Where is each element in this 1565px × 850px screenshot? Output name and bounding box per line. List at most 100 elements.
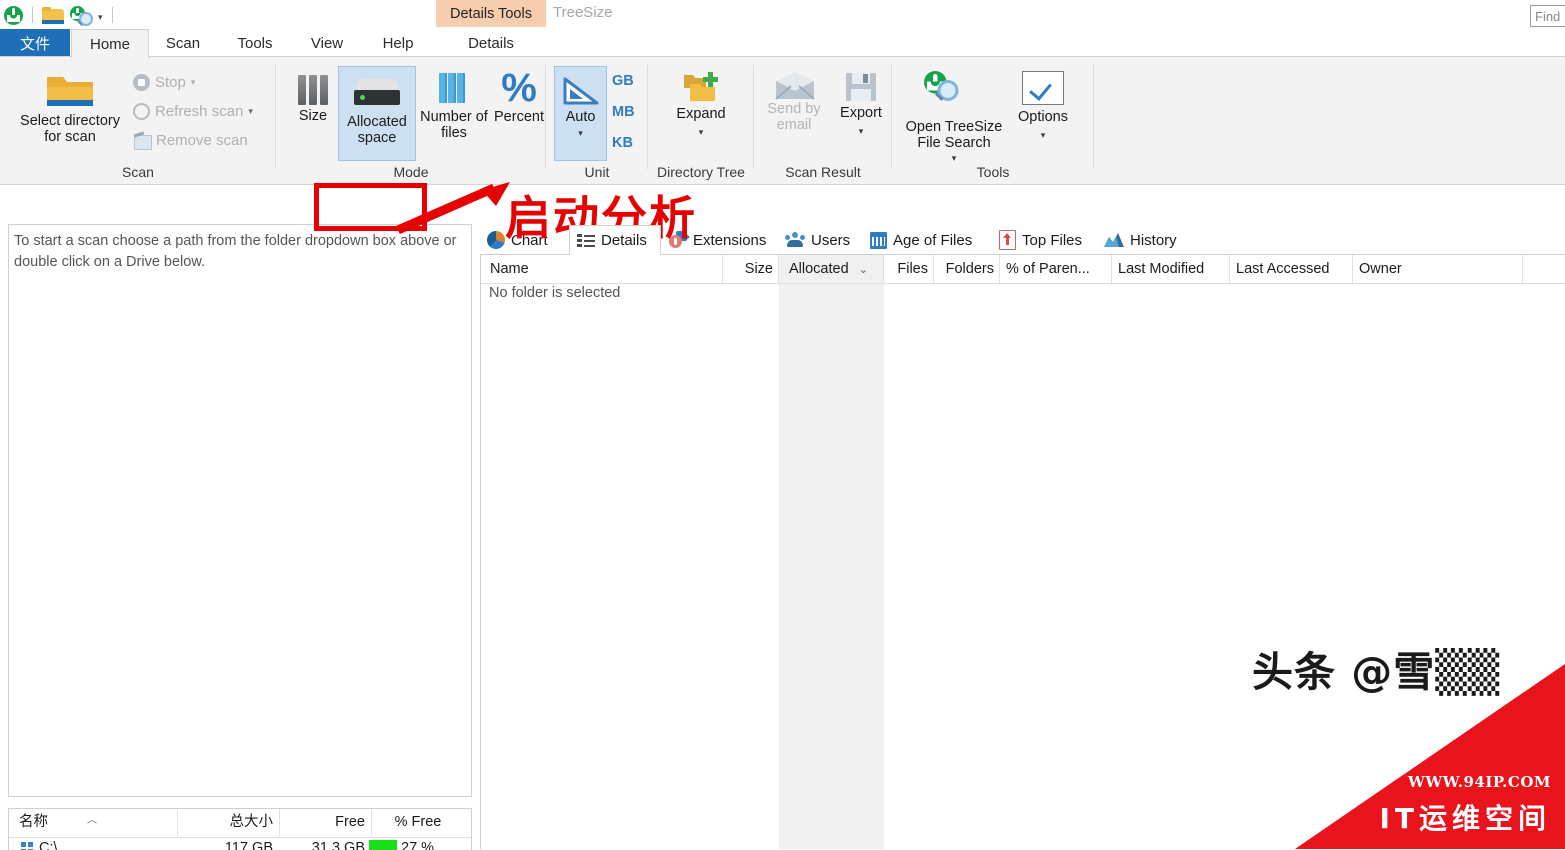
- tab-top-files[interactable]: Top Files: [992, 225, 1096, 255]
- save-disk-icon: [844, 71, 878, 103]
- chevron-down-icon[interactable]: ▾: [98, 9, 103, 22]
- open-treesize-file-search-button[interactable]: Open TreeSize File Search ▾: [900, 71, 1008, 163]
- books-icon: [437, 71, 471, 105]
- mode-size-button[interactable]: Size: [286, 71, 340, 125]
- chevron-down-icon[interactable]: ▾: [699, 127, 704, 137]
- col-name[interactable]: Name: [481, 255, 723, 283]
- tab-history-label: History: [1130, 231, 1177, 249]
- mode-allocated-space-button[interactable]: Allocated space: [338, 66, 416, 161]
- sort-ascending-icon: ︿: [87, 815, 97, 826]
- tab-home[interactable]: Home: [71, 29, 149, 59]
- remove-scan-button[interactable]: Remove scan: [133, 131, 248, 150]
- ribbon-tab-strip: 文件 Home Scan Tools View Help Details: [0, 29, 1565, 59]
- tab-file[interactable]: 文件: [0, 29, 70, 57]
- percent-icon: %: [501, 66, 537, 110]
- folder-icon[interactable]: [42, 6, 64, 24]
- treesize-window: ▾ Details Tools TreeSize Find 文件 Home Sc…: [0, 0, 1565, 850]
- stop-scan-button[interactable]: Stop ▾: [133, 74, 195, 91]
- options-label: Options: [1018, 109, 1068, 125]
- group-label-directory-tree: Directory Tree: [657, 164, 745, 180]
- title-bar: ▾ Details Tools TreeSize Find: [0, 0, 1565, 30]
- ribbon-group-scan: Select directory for scan Stop ▾ Refresh…: [0, 57, 276, 184]
- app-title: TreeSize: [553, 4, 613, 21]
- qat-divider-2: [111, 7, 113, 23]
- mail-icon: [774, 71, 815, 100]
- unit-kb-button[interactable]: KB: [612, 135, 633, 151]
- col-owner[interactable]: Owner: [1353, 255, 1523, 283]
- mode-number-of-files-label: Number of files: [420, 109, 488, 141]
- col-last-modified[interactable]: Last Modified: [1112, 255, 1230, 283]
- stop-label: Stop: [155, 74, 186, 91]
- empty-state-message: No folder is selected: [489, 285, 621, 301]
- expand-label: Expand: [676, 106, 726, 122]
- mode-percent-button[interactable]: % Percent: [490, 66, 548, 126]
- drive-row[interactable]: C:\ 117 GB 31.3 GB 27 %: [9, 838, 471, 850]
- chevron-down-icon[interactable]: ▾: [248, 107, 253, 116]
- drive-name: C:\: [39, 840, 58, 850]
- expand-folder-icon: [682, 71, 720, 103]
- stop-icon: [133, 74, 150, 91]
- find-input[interactable]: Find: [1530, 5, 1565, 27]
- select-directory-button[interactable]: Select directory for scan: [14, 71, 126, 145]
- send-by-email-button[interactable]: Send by email: [758, 71, 830, 133]
- chevron-down-icon[interactable]: ▾: [1041, 130, 1046, 140]
- group-label-mode: Mode: [393, 164, 429, 180]
- sort-descending-icon: ⌄: [858, 264, 868, 276]
- drive-col-free[interactable]: Free: [273, 809, 372, 836]
- unit-auto-label: Auto: [565, 109, 596, 125]
- col-files[interactable]: Files: [884, 255, 934, 283]
- col-folders[interactable]: Folders: [934, 255, 1000, 283]
- col-allocated[interactable]: Allocated ⌄: [779, 255, 884, 283]
- mode-allocated-space-label: Allocated space: [347, 114, 407, 146]
- chevron-down-icon[interactable]: ▾: [952, 154, 957, 163]
- col-allocated-label: Allocated: [789, 261, 849, 277]
- send-by-email-label: Send by email: [767, 101, 821, 133]
- col-size[interactable]: Size: [723, 255, 779, 283]
- directory-tree-panel[interactable]: To start a scan choose a path from the f…: [8, 224, 472, 797]
- unit-mb-button[interactable]: MB: [612, 104, 635, 120]
- ribbon-group-tools: Open TreeSize File Search ▾ Options ▾ To…: [892, 57, 1094, 184]
- annotation-arrow: [396, 182, 510, 235]
- export-button[interactable]: Export ▾: [832, 71, 890, 136]
- drive-col-total[interactable]: 总大小: [167, 809, 280, 836]
- drive-list-panel[interactable]: 名称 ︿ 总大小 Free % Free C:\ 117 GB 31.3 GB …: [8, 808, 472, 850]
- header-divider: [481, 283, 1565, 284]
- unit-auto-button[interactable]: Auto ▾: [554, 66, 607, 161]
- tab-users[interactable]: Users: [778, 225, 862, 255]
- result-tab-bar: Chart Details Extensions Users Age of Fi…: [480, 225, 1565, 255]
- chevron-down-icon[interactable]: ▾: [191, 78, 196, 87]
- tab-history[interactable]: History: [1097, 225, 1197, 255]
- file-search-icon[interactable]: [70, 5, 93, 26]
- drive-total: 117 GB: [224, 840, 273, 850]
- ribbon-group-scan-result: Send by email Export ▾ Scan Result: [754, 57, 892, 184]
- treesize-logo-icon: [4, 5, 23, 25]
- drive-col-percent-free[interactable]: % Free: [365, 809, 471, 836]
- address-bar: ← → ↑ C:\ ⌄: [0, 185, 1565, 403]
- col-percent-of-parent[interactable]: % of Paren...: [1000, 255, 1112, 283]
- tab-view[interactable]: View: [291, 29, 363, 57]
- size-bars-icon: [294, 71, 332, 109]
- ruler-icon: [559, 73, 603, 109]
- file-search-icon: [924, 71, 984, 125]
- tab-scan[interactable]: Scan: [147, 29, 219, 57]
- tab-tools[interactable]: Tools: [219, 29, 291, 57]
- mode-number-of-files-button[interactable]: Number of files: [419, 71, 489, 141]
- group-label-unit: Unit: [584, 164, 610, 180]
- refresh-scan-button[interactable]: Refresh scan ▾: [133, 103, 253, 120]
- tab-details[interactable]: Details: [569, 225, 661, 255]
- watermark-url: WWW.94IP.COM: [1408, 773, 1551, 791]
- tab-help[interactable]: Help: [363, 29, 433, 57]
- expand-button[interactable]: Expand ▾: [656, 71, 746, 137]
- watermark-badge: WWW.94IP.COM IT运维空间: [1295, 664, 1565, 849]
- unit-gb-button[interactable]: GB: [612, 73, 634, 89]
- options-button[interactable]: Options ▾: [1012, 71, 1074, 140]
- chevron-down-icon[interactable]: ▾: [859, 126, 864, 136]
- chevron-down-icon[interactable]: ▾: [578, 128, 583, 138]
- tab-details[interactable]: Details: [447, 29, 535, 57]
- tab-age-of-files[interactable]: Age of Files: [863, 225, 991, 255]
- mode-size-label: Size: [298, 108, 328, 124]
- col-last-accessed[interactable]: Last Accessed: [1230, 255, 1353, 283]
- disk-icon: [354, 79, 400, 109]
- remove-icon: [133, 131, 152, 150]
- quick-access-toolbar: ▾: [4, 3, 116, 27]
